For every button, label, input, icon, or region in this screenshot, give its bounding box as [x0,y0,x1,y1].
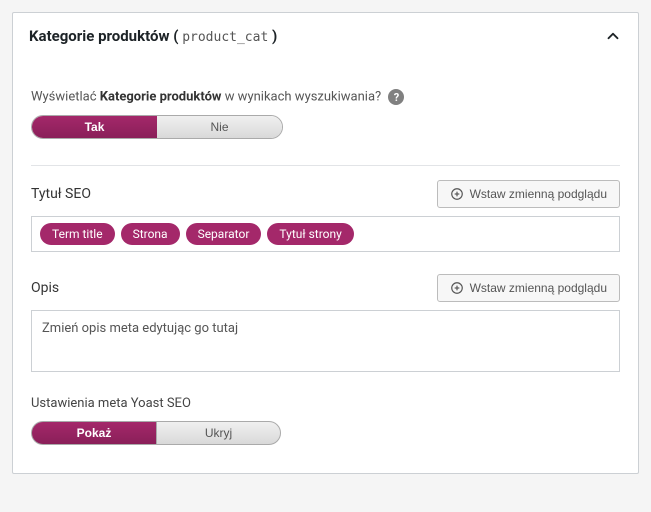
variable-pill[interactable]: Separator [186,223,262,245]
seo-title-label: Tytuł SEO [31,186,91,202]
plus-circle-icon [450,187,464,201]
chevron-up-icon[interactable] [604,27,622,45]
seo-title-input[interactable]: Term title Strona SeparatorTytuł strony [31,216,620,252]
description-input[interactable]: Zmień opis meta edytując go tutaj [31,310,620,372]
description-head: Opis Wstaw zmienną podglądu [31,274,620,302]
divider [31,165,620,166]
insert-variable-button-title[interactable]: Wstaw zmienną podglądu [437,180,620,208]
paren-close: ) [272,27,277,45]
paren-open: ( [173,27,178,45]
toggle-show-button[interactable]: Pokaż [31,421,156,445]
question-prefix: Wyświetlać [31,90,100,105]
description-placeholder: Zmień opis meta edytując go tutaj [42,321,238,336]
show-in-search-question: Wyświetlać Kategorie produktów w wynikac… [31,89,620,105]
insert-variable-label: Wstaw zmienną podglądu [470,281,607,295]
variable-pill[interactable]: Strona [121,223,180,245]
panel-body: Wyświetlać Kategorie produktów w wynikac… [13,55,638,473]
panel-title-code: product_cat [182,30,268,45]
variable-pill[interactable]: Term title [40,223,115,245]
insert-variable-label: Wstaw zmienną podglądu [470,187,607,201]
variable-pill[interactable]: Tytuł strony [267,223,353,245]
meta-settings-toggle: Pokaż Ukryj [31,421,281,445]
help-icon[interactable]: ? [388,89,404,105]
meta-settings-label: Ustawienia meta Yoast SEO [31,396,620,411]
toggle-hide-button[interactable]: Ukryj [156,421,281,445]
panel-title: Kategorie produktów ( product_cat ) [29,27,277,45]
panel-header[interactable]: Kategorie produktów ( product_cat ) [13,13,638,55]
show-in-search-toggle: Tak Nie [31,115,283,139]
toggle-no-button[interactable]: Nie [157,116,282,138]
settings-panel: Kategorie produktów ( product_cat ) Wyśw… [12,12,639,474]
insert-variable-button-desc[interactable]: Wstaw zmienną podglądu [437,274,620,302]
description-label: Opis [31,280,59,296]
seo-title-head: Tytuł SEO Wstaw zmienną podglądu [31,180,620,208]
question-bold: Kategorie produktów [100,90,222,105]
panel-title-text: Kategorie produktów [29,27,169,45]
question-suffix: w wynikach wyszukiwania? [221,90,381,105]
plus-circle-icon [450,281,464,295]
toggle-yes-button[interactable]: Tak [32,116,157,138]
